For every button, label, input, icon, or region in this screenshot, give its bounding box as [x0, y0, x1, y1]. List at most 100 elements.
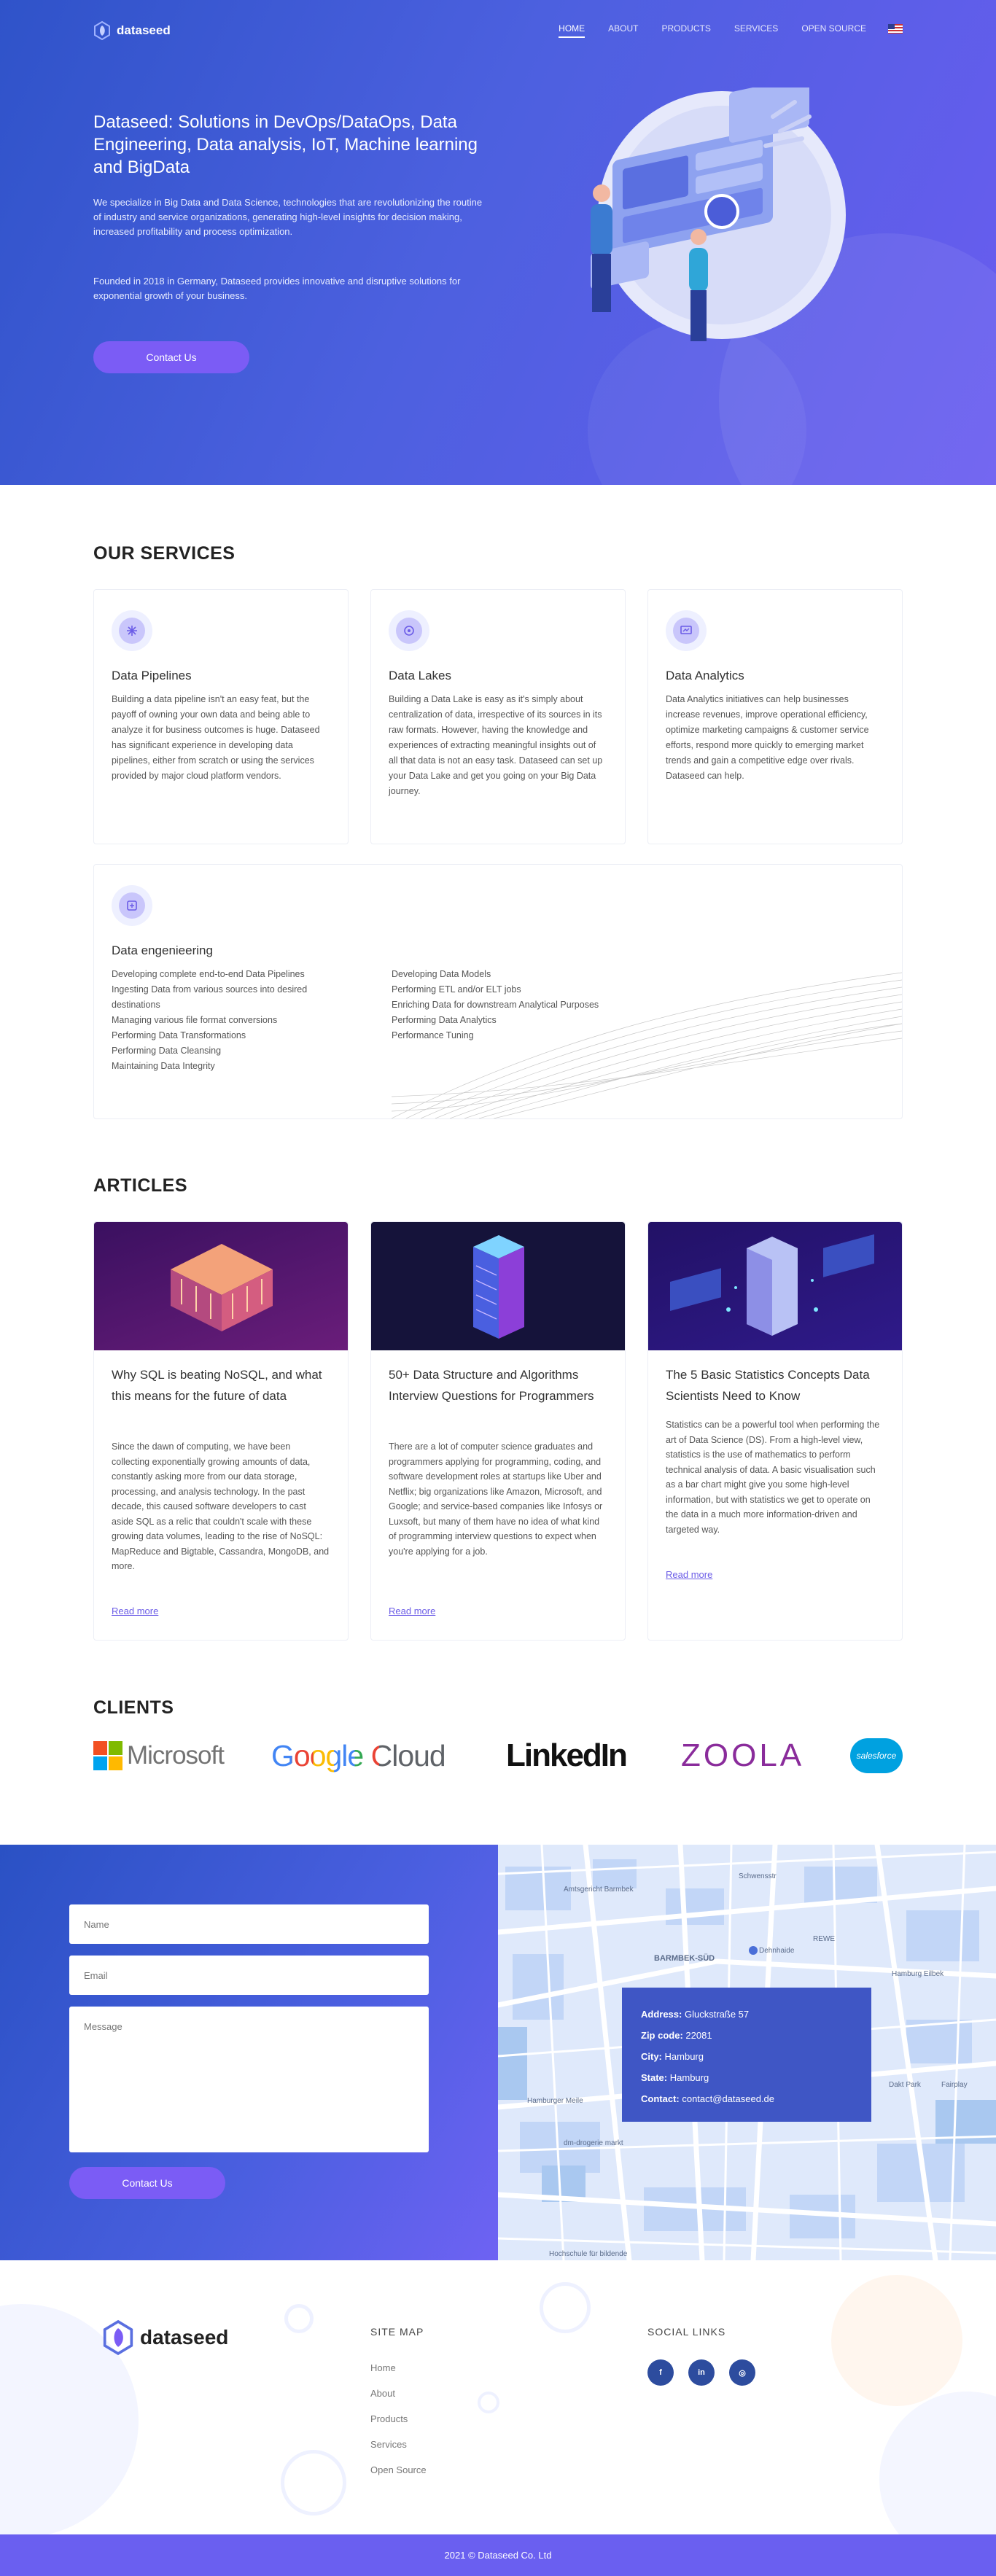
footer-decor-ring — [540, 2282, 591, 2333]
service-description: Building a Data Lake is easy as it's sim… — [389, 694, 603, 796]
services-title: OUR SERVICES — [93, 543, 236, 564]
hero-paragraph: Founded in 2018 in Germany, Dataseed pro… — [93, 276, 461, 301]
instagram-icon[interactable]: ◎ — [729, 2359, 755, 2386]
zip-line: Zip code: 22081 — [641, 2030, 712, 2041]
footer-link-services[interactable]: Services — [370, 2439, 407, 2450]
city-line: City: Hamburg — [641, 2051, 704, 2062]
nav-item-home[interactable]: HOME — [559, 23, 585, 38]
map-label: Fairplay — [941, 2081, 968, 2089]
client-name: Google Cloud — [271, 1738, 446, 1773]
map-label: Dakt Park — [889, 2081, 921, 2089]
article-excerpt: There are a lot of computer science grad… — [389, 1441, 603, 1557]
engineering-list-left: Developing complete end-to-end Data Pipe… — [112, 967, 345, 1074]
name-field[interactable] — [69, 1904, 429, 1944]
list-item: Maintaining Data Integrity — [112, 1061, 215, 1071]
nav-item-open-source[interactable]: OPEN SOURCE — [801, 23, 866, 38]
footer-link-products[interactable]: Products — [370, 2413, 408, 2424]
contact-section: Contact Us BARMBEK-SÜD Dehnhaide Schwens… — [0, 1845, 996, 2260]
map-label: Schwensstr — [739, 1872, 777, 1880]
service-title: Data Analytics — [666, 669, 744, 682]
client-logo-microsoft: Microsoft — [93, 1735, 246, 1776]
article-title[interactable]: The 5 Basic Statistics Concepts Data Sci… — [666, 1364, 884, 1406]
brand-name: dataseed — [117, 23, 171, 37]
footer-decor-circle — [879, 2392, 996, 2534]
hero-section: dataseed HOME ABOUT PRODUCTS SERVICES OP… — [0, 0, 996, 485]
state-line: State: Hamburg — [641, 2072, 709, 2083]
client-name: salesforce — [850, 1738, 903, 1773]
social-links-title: SOCIAL LINKS — [647, 2326, 726, 2338]
article-card[interactable]: 50+ Data Structure and Algorithms Interv… — [370, 1221, 626, 1641]
brand-logo[interactable]: dataseed — [93, 21, 171, 40]
article-card[interactable]: The 5 Basic Statistics Concepts Data Sci… — [647, 1221, 903, 1641]
service-title: Data Pipelines — [112, 669, 192, 682]
article-image-data-center — [648, 1222, 902, 1350]
client-name: Microsoft — [127, 1741, 225, 1770]
service-description: Data Analytics initiatives can help busi… — [666, 694, 869, 781]
sitemap-title: SITE MAP — [370, 2326, 424, 2338]
top-nav: dataseed HOME ABOUT PRODUCTS SERVICES OP… — [93, 20, 903, 41]
nav-item-products[interactable]: PRODUCTS — [662, 23, 711, 38]
nav-item-services[interactable]: SERVICES — [734, 23, 778, 38]
article-title[interactable]: 50+ Data Structure and Algorithms Interv… — [389, 1364, 607, 1406]
client-logo-linkedin: LinkedIn — [506, 1735, 652, 1776]
data-lake-icon — [389, 610, 429, 651]
footer-decor-ring — [478, 2392, 499, 2413]
map-label: REWE — [813, 1935, 835, 1943]
list-item: Performance Tuning — [392, 1030, 474, 1040]
contact-line: Contact: contact@dataseed.de — [641, 2093, 775, 2104]
contact-email: contact@dataseed.de — [682, 2093, 775, 2104]
brand-name: dataseed — [140, 2326, 229, 2349]
linkedin-icon[interactable]: in — [688, 2359, 715, 2386]
hero-contact-button[interactable]: Contact Us — [93, 341, 249, 373]
footer-link-home[interactable]: Home — [370, 2362, 396, 2373]
client-logo-google-cloud: Google Cloud — [271, 1735, 483, 1776]
article-title[interactable]: Why SQL is beating NoSQL, and what this … — [112, 1364, 330, 1406]
hero-paragraph: We specialize in Big Data and Data Scien… — [93, 197, 483, 237]
nav-menu: HOME ABOUT PRODUCTS SERVICES OPEN SOURCE — [535, 23, 866, 38]
list-item: Managing various file format conversions — [112, 1015, 278, 1025]
service-card-data-lakes[interactable]: Data Lakes Building a Data Lake is easy … — [370, 589, 626, 844]
footer: dataseed SITE MAP Home About Products Se… — [0, 2260, 996, 2534]
facebook-icon[interactable]: f — [647, 2359, 674, 2386]
dataseed-logo-icon — [94, 21, 110, 40]
copyright-bar: 2021 © Dataseed Co. Ltd — [0, 2534, 996, 2576]
service-card-data-engineering[interactable]: Data engenieering Developing complete en… — [93, 864, 903, 1119]
location-map[interactable]: BARMBEK-SÜD Dehnhaide Schwensstr REWE Am… — [498, 1845, 996, 2260]
article-image-server-tower — [371, 1222, 625, 1350]
article-card[interactable]: Why SQL is beating NoSQL, and what this … — [93, 1221, 349, 1641]
map-label: Amtsgericht Barmbek — [564, 1886, 634, 1894]
analytics-icon — [666, 610, 707, 651]
read-more-link[interactable]: Read more — [666, 1569, 712, 1580]
list-item: Performing Data Analytics — [392, 1015, 497, 1025]
footer-decor-ring — [281, 2450, 346, 2515]
hero-illustration — [591, 87, 846, 341]
article-excerpt: Statistics can be a powerful tool when p… — [666, 1420, 880, 1535]
client-logo-zoola: ZOOLA — [681, 1735, 823, 1776]
engineering-list-right: Developing Data Models Performing ETL an… — [392, 967, 610, 1043]
engineering-icon — [112, 885, 152, 926]
nav-item-about[interactable]: ABOUT — [608, 23, 638, 38]
map-label: dm-drogerie markt — [564, 2139, 623, 2147]
send-contact-button[interactable]: Contact Us — [69, 2167, 225, 2199]
list-item: Performing ETL and/or ELT jobs — [392, 984, 521, 995]
address-line: Address: Gluckstraße 57 — [641, 2009, 750, 2020]
service-card-data-pipelines[interactable]: Data Pipelines Building a data pipeline … — [93, 589, 349, 844]
list-item: Developing Data Models — [392, 969, 491, 979]
client-logo-salesforce: salesforce — [850, 1735, 903, 1776]
footer-brand-logo[interactable]: dataseed — [102, 2319, 228, 2357]
read-more-link[interactable]: Read more — [389, 1606, 435, 1616]
list-item: Performing Data Transformations — [112, 1030, 246, 1040]
footer-link-about[interactable]: About — [370, 2388, 395, 2399]
service-title: Data Lakes — [389, 669, 451, 682]
map-label: BARMBEK-SÜD — [654, 1954, 715, 1963]
service-card-data-analytics[interactable]: Data Analytics Data Analytics initiative… — [647, 589, 903, 844]
read-more-link[interactable]: Read more — [112, 1606, 158, 1616]
message-field[interactable] — [69, 2007, 429, 2152]
us-flag-icon[interactable] — [888, 23, 903, 34]
footer-link-open-source[interactable]: Open Source — [370, 2464, 427, 2475]
client-name: ZOOLA — [681, 1738, 805, 1773]
list-item: Developing complete end-to-end Data Pipe… — [112, 969, 305, 979]
email-field[interactable] — [69, 1956, 429, 1995]
list-item: Enriching Data for downstream Analytical… — [392, 1000, 599, 1010]
map-label: Dehnhaide — [759, 1947, 795, 1955]
